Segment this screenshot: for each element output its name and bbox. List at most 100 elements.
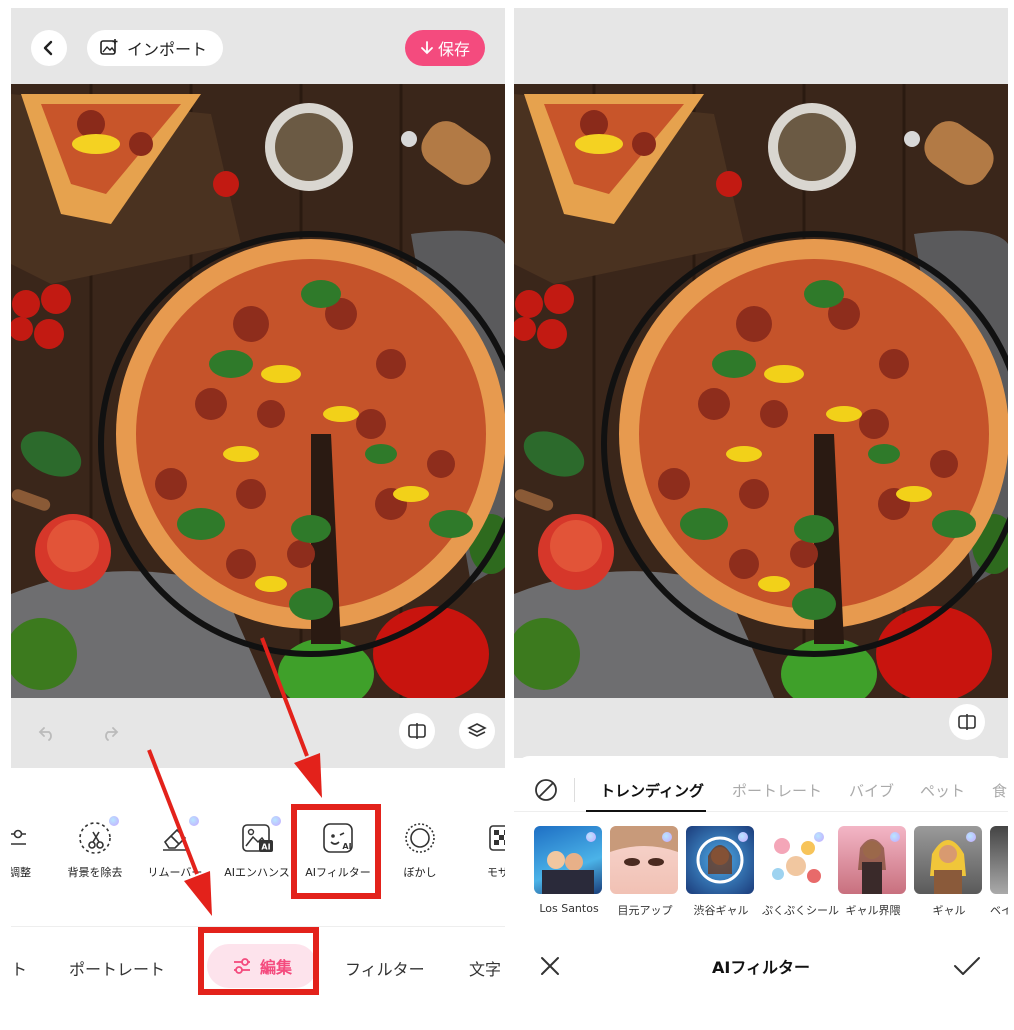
eraser-icon [157,816,199,856]
tab-text[interactable]: 文字 [469,956,501,980]
filter-label: 渋谷ギャル [693,904,749,917]
save-label: 保存 [437,40,470,59]
mosaic-icon [484,820,505,856]
filter-label: 目元アップ [617,904,673,917]
action-bar: AIフィルター [514,940,1008,992]
filter-puku-sticker[interactable]: ぷくぷくシール [762,826,839,918]
import-button[interactable]: インポート [87,30,224,66]
layers-button[interactable] [459,713,495,749]
photo-canvas[interactable] [514,84,1008,698]
ai-filter-sheet: トレンディング ポートレート バイブ ペット 食 Los Santos 目元アッ… [514,756,1008,1022]
filter-thumbnail [838,826,906,894]
premium-gem-icon [814,832,824,842]
active-tab-indicator [586,810,706,812]
tool-remover[interactable]: リムーバー [132,808,218,880]
filter-list: Los Santos 目元アップ 渋谷ギャル ぷくぷくシール ギャル界隈 ギャル… [514,826,1008,926]
redo-icon [105,727,119,741]
sheet-title: AIフィルター [711,958,811,977]
tab-filter[interactable]: フィルター [345,956,425,980]
filter-label: ぷくぷくシール [762,904,839,917]
image-add-icon [100,39,118,55]
tool-ai-enhance[interactable]: AI AIエンハンス [214,808,300,880]
prohibit-icon [535,779,557,801]
save-button[interactable]: 保存 [405,30,485,66]
filter-thumbnail [990,826,1008,894]
tab-portrait[interactable]: ポートレート [69,956,165,980]
editor-screen: インポート 保存 調整 背景を除去 リムーバー AI AIエンハンス AI AI… [11,8,505,1022]
filter-label: Los Santos [539,902,599,915]
tab-portrait[interactable]: ポートレート [732,780,822,801]
filter-thumbnail [914,826,982,894]
compare-button[interactable] [949,704,985,740]
pizza-photo [11,84,505,698]
tool-mosaic[interactable]: モザイク [459,808,505,880]
premium-gem-icon [966,832,976,842]
highlight-edit-tab [198,927,319,995]
pizza-photo [514,84,1008,698]
svg-text:AI: AI [261,843,270,852]
canvas-tool-row [514,698,1008,758]
compare-icon [408,723,426,739]
tool-label: 背景を除去 [67,866,123,879]
edit-tools: 調整 背景を除去 リムーバー AI AIエンハンス AI AIフィルター ぼかし [11,808,505,898]
filter-thumbnail [686,826,754,894]
blur-icon [402,820,438,856]
redo-button[interactable] [92,715,128,751]
premium-gem-icon [189,816,199,826]
canvas-tool-row [11,698,505,768]
filter-label: ベイ [990,904,1008,917]
tool-label: AIエンハンス [224,866,290,879]
tab-pet[interactable]: ペット [920,780,965,801]
filter-partial[interactable]: ベイ [990,826,1008,918]
tab-vibe[interactable]: バイブ [849,780,894,801]
ai-filter-screen: トレンディング ポートレート バイブ ペット 食 Los Santos 目元アッ… [514,8,1008,1022]
filter-thumbnail [762,826,830,894]
import-label: インポート [127,40,208,59]
premium-gem-icon [662,832,672,842]
filter-thumbnail [610,826,678,894]
no-filter-button[interactable] [534,778,558,806]
filter-gal-area[interactable]: ギャル界隈 [838,826,908,918]
photo-canvas[interactable] [11,84,505,698]
tool-label: 調整 [11,866,31,879]
premium-gem-icon [738,832,748,842]
premium-gem-icon [890,832,900,842]
tool-label: モザイク [487,866,505,879]
tab-separator [574,778,575,802]
adjust-icon [11,820,32,856]
scissors-icon [77,816,119,856]
premium-gem-icon [586,832,596,842]
tool-label: ぼかし [403,866,437,879]
apply-button[interactable] [952,954,982,982]
undo-icon [38,727,52,741]
ai-enhance-icon: AI [239,816,281,856]
filter-shibuya-gal[interactable]: 渋谷ギャル [686,826,756,918]
top-bar [514,8,1008,84]
layers-icon [467,723,487,737]
tab-food[interactable]: 食 [992,780,1007,801]
filter-label: ギャル [932,904,966,917]
filter-eye-up[interactable]: 目元アップ [610,826,680,918]
tab-trending[interactable]: トレンディング [600,780,704,801]
compare-icon [958,714,976,730]
top-bar: インポート 保存 [11,8,505,84]
filter-category-tabs: トレンディング ポートレート バイブ ペット 食 [514,768,1008,812]
tool-label: リムーバー [147,866,203,879]
tool-blur[interactable]: ぼかし [377,808,463,880]
filter-thumbnail [534,826,602,894]
back-button[interactable] [31,30,67,66]
compare-button[interactable] [399,713,435,749]
undo-button[interactable] [29,715,65,751]
tool-remove-background[interactable]: 背景を除去 [52,808,138,880]
chevron-left-icon [43,40,53,56]
download-arrow-icon [421,41,433,55]
premium-gem-icon [271,816,281,826]
highlight-ai-filter [291,804,381,899]
tool-adjust[interactable]: 調整 [11,808,57,880]
filter-label: ギャル界隈 [845,904,901,917]
filter-gal[interactable]: ギャル [914,826,984,918]
check-icon [954,957,980,975]
tab-partial[interactable]: ト [11,956,27,980]
premium-gem-icon [109,816,119,826]
filter-los-santos[interactable]: Los Santos [534,826,604,915]
